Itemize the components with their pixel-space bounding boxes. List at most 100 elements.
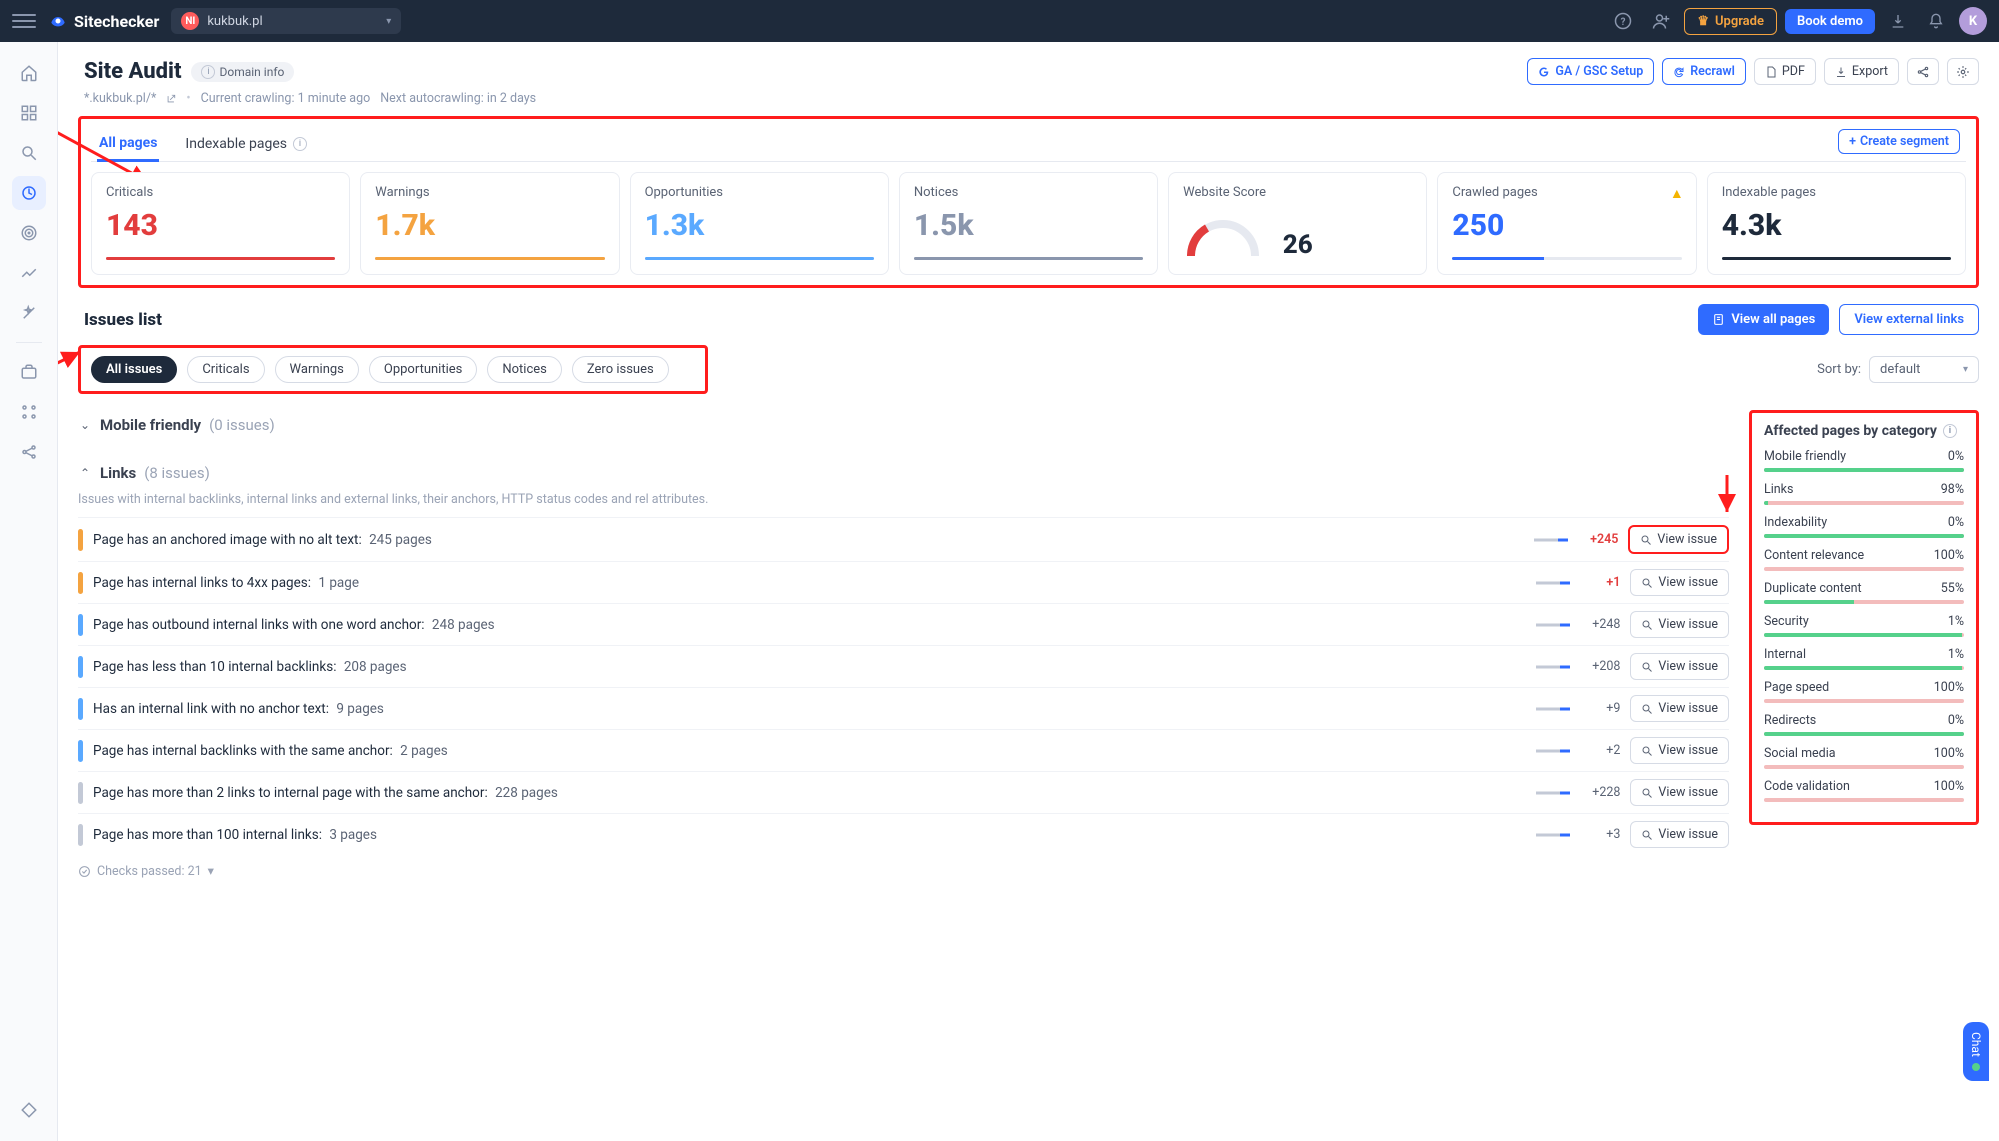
sidebar-target-icon[interactable] xyxy=(12,216,46,250)
book-demo-button[interactable]: Book demo xyxy=(1785,9,1875,34)
sparkline-icon xyxy=(1536,578,1570,588)
filter-pill[interactable]: Opportunities xyxy=(369,356,477,383)
category-pct: 0% xyxy=(1948,515,1964,530)
add-user-icon[interactable] xyxy=(1646,6,1676,36)
view-issue-button[interactable]: View issue xyxy=(1630,779,1729,806)
issue-text[interactable]: Page has less than 10 internal backlinks… xyxy=(93,659,1526,675)
recrawl-button[interactable]: Recrawl xyxy=(1662,58,1746,85)
filter-pill[interactable]: Criticals xyxy=(187,356,264,383)
metric-card[interactable]: Indexable pages4.3k xyxy=(1707,172,1966,275)
sidebar-home-icon[interactable] xyxy=(12,56,46,90)
category-row[interactable]: Mobile friendly0% xyxy=(1764,449,1964,472)
create-segment-button[interactable]: +Create segment xyxy=(1838,129,1960,154)
category-pct: 100% xyxy=(1934,680,1964,695)
category-row[interactable]: Links98% xyxy=(1764,482,1964,505)
crumb-path[interactable]: *.kukbuk.pl/* xyxy=(84,91,156,106)
severity-indicator xyxy=(78,656,83,678)
export-button[interactable]: Export xyxy=(1824,58,1899,85)
category-row[interactable]: Social media100% xyxy=(1764,746,1964,769)
sort-select[interactable]: default▾ xyxy=(1869,356,1979,383)
bell-icon[interactable] xyxy=(1921,6,1951,36)
metric-card[interactable]: Crawled pages▲250 xyxy=(1437,172,1696,275)
issue-text[interactable]: Page has internal backlinks with the sam… xyxy=(93,743,1526,759)
category-row[interactable]: Page speed 100% xyxy=(1764,680,1964,703)
issue-text[interactable]: Has an internal link with no anchor text… xyxy=(93,701,1526,717)
metric-card[interactable]: Notices1.5k xyxy=(899,172,1158,275)
settings-button[interactable] xyxy=(1947,58,1979,85)
category-row[interactable]: Security1% xyxy=(1764,614,1964,637)
project-selector[interactable]: NI kukbuk.pl ▾ xyxy=(171,8,401,34)
category-row[interactable]: Indexability0% xyxy=(1764,515,1964,538)
chat-widget[interactable]: Chat xyxy=(1963,1022,1989,1081)
issue-delta: +1 xyxy=(1580,575,1620,590)
issue-delta: +9 xyxy=(1580,701,1620,716)
metric-card[interactable]: Opportunities1.3k xyxy=(630,172,889,275)
filter-pill[interactable]: Zero issues xyxy=(572,356,669,383)
category-name: Internal xyxy=(1764,647,1806,662)
issue-delta: +248 xyxy=(1580,617,1620,632)
category-name: Page speed xyxy=(1764,680,1829,695)
view-issue-button[interactable]: View issue xyxy=(1630,569,1729,596)
domain-info-chip[interactable]: iDomain info xyxy=(191,62,294,82)
search-icon xyxy=(1641,577,1653,589)
category-row[interactable]: Content relevance100% xyxy=(1764,548,1964,571)
sidebar-share-icon[interactable] xyxy=(12,435,46,469)
view-issue-button[interactable]: View issue xyxy=(1630,611,1729,638)
sidebar-magic-icon[interactable] xyxy=(12,296,46,330)
share-button[interactable] xyxy=(1907,58,1939,85)
filter-pill[interactable]: All issues xyxy=(91,356,177,383)
group-links[interactable]: ⌃ Links (8 issues) xyxy=(78,458,1729,488)
sidebar-briefcase-icon[interactable] xyxy=(12,355,46,389)
sidebar-trend-icon[interactable] xyxy=(12,256,46,290)
sidebar-dashboard-icon[interactable] xyxy=(12,96,46,130)
metric-card[interactable]: Criticals143 xyxy=(91,172,350,275)
pdf-button[interactable]: PDF xyxy=(1754,58,1816,85)
sidebar-search-icon[interactable] xyxy=(12,136,46,170)
download-icon[interactable] xyxy=(1883,6,1913,36)
avatar[interactable]: K xyxy=(1959,7,1987,35)
category-row[interactable]: Redirects0% xyxy=(1764,713,1964,736)
view-issue-button[interactable]: View issue xyxy=(1630,821,1729,848)
metric-label: Warnings xyxy=(375,185,604,200)
sidebar-apps-icon[interactable] xyxy=(12,395,46,429)
view-issue-button[interactable]: View issue xyxy=(1628,525,1729,554)
category-name: Security xyxy=(1764,614,1809,629)
metric-label: Notices xyxy=(914,185,1143,200)
menu-toggle[interactable] xyxy=(12,9,36,33)
main-content: Site Audit iDomain info GA / GSC Setup R… xyxy=(58,42,1999,1141)
issue-text[interactable]: Page has an anchored image with no alt t… xyxy=(93,532,1524,548)
issue-delta: +208 xyxy=(1580,659,1620,674)
issue-text[interactable]: Page has outbound internal links with on… xyxy=(93,617,1526,633)
ga-setup-button[interactable]: GA / GSC Setup xyxy=(1527,58,1654,85)
issue-text[interactable]: Page has internal links to 4xx pages: 1 … xyxy=(93,575,1526,591)
filter-pill[interactable]: Notices xyxy=(487,356,562,383)
checks-passed[interactable]: Checks passed: 21▾ xyxy=(78,863,1729,879)
search-icon xyxy=(1640,534,1652,546)
topbar-actions: ? ♛Upgrade Book demo K xyxy=(1608,6,1987,36)
sidebar-diamond-icon[interactable] xyxy=(12,1093,46,1127)
crawl-next: Next autocrawling: in 2 days xyxy=(380,91,536,106)
sidebar-audit-icon[interactable] xyxy=(12,176,46,210)
view-issue-button[interactable]: View issue xyxy=(1630,653,1729,680)
download-icon xyxy=(1835,66,1847,78)
brand-logo[interactable]: Sitechecker xyxy=(48,11,159,31)
tab-all-pages[interactable]: All pages xyxy=(97,127,159,162)
issue-text[interactable]: Page has more than 2 links to internal p… xyxy=(93,785,1526,801)
tab-indexable[interactable]: Indexable pagesi xyxy=(183,128,309,160)
category-row[interactable]: Internal1% xyxy=(1764,647,1964,670)
view-issue-button[interactable]: View issue xyxy=(1630,737,1729,764)
category-row[interactable]: Duplicate content55% xyxy=(1764,581,1964,604)
category-row[interactable]: Code validation100% xyxy=(1764,779,1964,802)
share-icon xyxy=(1916,65,1930,79)
view-issue-button[interactable]: View issue xyxy=(1630,695,1729,722)
group-mobile-friendly[interactable]: ⌄ Mobile friendly (0 issues) xyxy=(78,410,1729,440)
view-external-links-button[interactable]: View external links xyxy=(1839,304,1979,335)
metric-card[interactable]: Warnings1.7k xyxy=(360,172,619,275)
help-icon[interactable]: ? xyxy=(1608,6,1638,36)
view-all-pages-button[interactable]: View all pages xyxy=(1698,304,1829,335)
metric-card[interactable]: Website Score26 xyxy=(1168,172,1427,275)
metric-label: Crawled pages xyxy=(1452,185,1681,200)
issue-text[interactable]: Page has more than 100 internal links: 3… xyxy=(93,827,1526,843)
filter-pill[interactable]: Warnings xyxy=(275,356,359,383)
upgrade-button[interactable]: ♛Upgrade xyxy=(1684,8,1777,35)
